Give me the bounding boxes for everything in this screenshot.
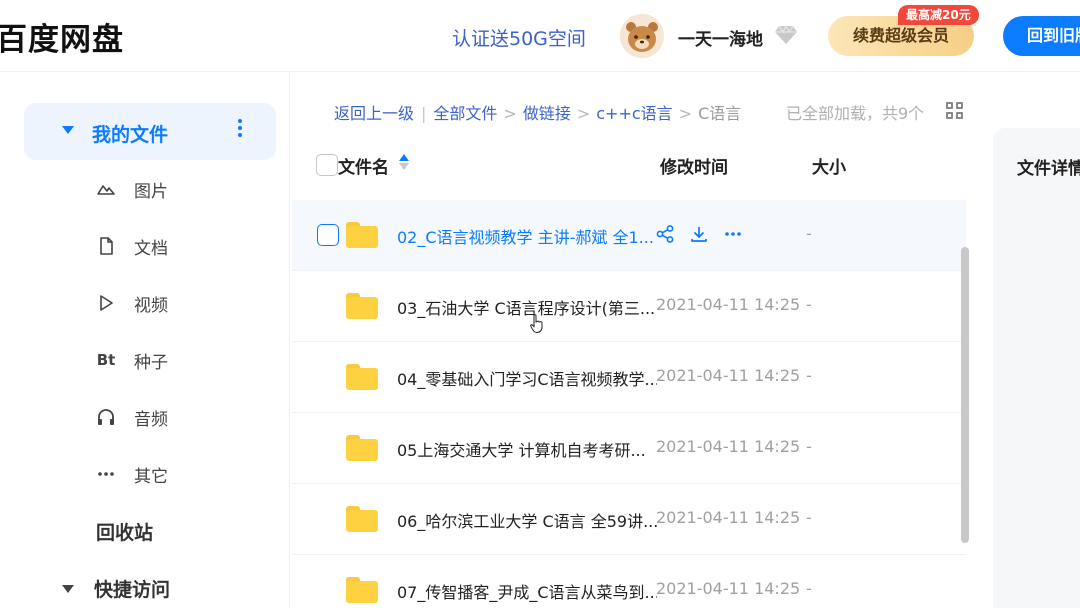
top-bar: 百度网盘 认证送50G空间 一天一海地 续费超级会员 最高减20元 回到旧版 — [0, 0, 1080, 72]
table-row[interactable]: 04_零基础入门学习C语言视频教学... 2021-04-11 14:25 - — [292, 342, 966, 413]
download-icon[interactable] — [689, 224, 711, 246]
discount-badge: 最高减20元 — [898, 5, 979, 25]
sidebar-item-audio[interactable]: 音频 — [96, 403, 256, 433]
modified-time: 2021-04-11 14:25 — [656, 437, 801, 456]
divider: | — [421, 104, 427, 123]
back-to-old-version-button[interactable]: 回到旧版 — [1003, 16, 1080, 56]
detail-panel-title: 文件详情 — [1017, 159, 1080, 179]
breadcrumb-separator-icon: > — [678, 104, 693, 123]
file-name[interactable]: 04_零基础入门学习C语言视频教学... — [397, 366, 657, 390]
sidebar-item-label: 我的文件 — [92, 124, 169, 146]
file-size: - — [806, 224, 812, 243]
sidebar-item-images[interactable]: 图片 — [96, 175, 256, 205]
modified-time: 2021-04-11 14:25 — [656, 508, 801, 527]
breadcrumb: 返回上一级 | 全部文件 > 做链接 > c++c语言 > C语言 — [334, 100, 741, 124]
file-size: - — [806, 366, 812, 385]
bt-icon: Bt — [96, 351, 116, 369]
table-row[interactable]: 02_C语言视频教学 主讲-郝斌 全1... - — [292, 200, 966, 271]
file-name[interactable]: 07_传智播客_尹成_C语言从菜鸟到... — [397, 579, 657, 603]
table-row[interactable]: 03_石油大学 C语言程序设计(第三... 2021-04-11 14:25 - — [292, 271, 966, 342]
sidebar-item-recycle-bin[interactable]: 回收站 — [96, 518, 153, 545]
load-status: 已全部加载，共9个 — [786, 104, 925, 123]
sidebar-item-torrents[interactable]: Bt 种子 — [96, 346, 256, 376]
file-name[interactable]: 06_哈尔滨工业大学 C语言 全59讲... — [397, 508, 657, 532]
sort-icon[interactable] — [398, 154, 410, 174]
scrollbar[interactable] — [961, 247, 969, 543]
document-icon — [96, 236, 116, 256]
folder-icon — [346, 364, 378, 390]
modified-time: 2021-04-11 14:25 — [656, 579, 801, 598]
more-dots-icon — [96, 464, 116, 484]
sidebar-item-label: 视频 — [134, 296, 168, 316]
hand-cursor-icon — [530, 314, 544, 334]
file-list: 02_C语言视频教学 主讲-郝斌 全1... - 03_石油大学 C语言程序设计… — [292, 200, 966, 608]
sidebar-item-quick-access[interactable]: 快捷访问 — [62, 575, 262, 605]
breadcrumb-current: C语言 — [698, 104, 742, 123]
sidebar-item-label: 种子 — [134, 353, 168, 373]
sidebar-item-label: 图片 — [134, 182, 168, 202]
table-row[interactable]: 07_传智播客_尹成_C语言从菜鸟到... 2021-04-11 14:25 - — [292, 555, 966, 608]
sidebar-item-my-files[interactable]: 我的文件 — [24, 103, 276, 160]
sidebar-item-documents[interactable]: 文档 — [96, 232, 256, 262]
share-icon[interactable] — [655, 224, 677, 246]
table-header: 文件名 修改时间 大小 — [292, 140, 966, 190]
back-up-link[interactable]: 返回上一级 — [334, 100, 414, 124]
caret-down-icon — [62, 126, 74, 134]
file-size: - — [806, 508, 812, 527]
file-name[interactable]: 02_C语言视频教学 主讲-郝斌 全1... — [397, 224, 655, 248]
file-detail-panel: 文件详情 — [993, 128, 1080, 608]
row-checkbox[interactable] — [317, 224, 339, 246]
file-name[interactable]: 03_石油大学 C语言程序设计(第三... — [397, 295, 657, 319]
grid-view-icon[interactable] — [946, 102, 964, 120]
table-row[interactable]: 06_哈尔滨工业大学 C语言 全59讲... 2021-04-11 14:25 … — [292, 484, 966, 555]
user-avatar[interactable] — [620, 14, 664, 58]
folder-icon — [346, 577, 378, 603]
bear-avatar-icon — [620, 14, 664, 58]
verify-promo-link[interactable]: 认证送50G空间 — [452, 24, 586, 51]
sidebar-item-label: 文档 — [134, 239, 168, 259]
headphones-icon — [96, 407, 116, 427]
folder-icon — [346, 435, 378, 461]
sidebar-item-label: 快捷访问 — [94, 579, 171, 601]
column-header-modified[interactable]: 修改时间 — [660, 153, 728, 178]
breadcrumb-separator-icon: > — [576, 104, 591, 123]
file-name[interactable]: 05上海交通大学 计算机自考考研... — [397, 437, 657, 461]
sidebar-item-label: 音频 — [134, 410, 168, 430]
video-play-icon — [96, 293, 116, 313]
column-header-size[interactable]: 大小 — [812, 153, 846, 178]
select-all-checkbox[interactable] — [316, 154, 338, 176]
breadcrumb-item[interactable]: c++c语言 — [596, 100, 672, 124]
more-vertical-icon[interactable] — [236, 117, 244, 143]
vip-diamond-icon[interactable] — [774, 24, 798, 46]
image-icon — [96, 179, 116, 199]
file-size: - — [806, 295, 812, 314]
file-size: - — [806, 579, 812, 598]
caret-down-icon — [62, 585, 74, 593]
sidebar-item-videos[interactable]: 视频 — [96, 289, 256, 319]
app-logo[interactable]: 百度网盘 — [0, 14, 124, 59]
breadcrumb-item[interactable]: 做链接 — [523, 100, 571, 124]
more-horizontal-icon[interactable] — [723, 224, 745, 246]
folder-icon — [346, 222, 378, 248]
sidebar: 我的文件 图片 文档 视频 Bt 种子 音频 其它 回收站 快捷访问 — [0, 72, 290, 608]
table-row[interactable]: 05上海交通大学 计算机自考考研... 2021-04-11 14:25 - — [292, 413, 966, 484]
sidebar-item-label: 其它 — [134, 467, 168, 487]
breadcrumb-item[interactable]: 全部文件 — [433, 100, 497, 124]
modified-time: 2021-04-11 14:25 — [656, 295, 801, 314]
column-header-name[interactable]: 文件名 — [338, 153, 389, 178]
file-size: - — [806, 437, 812, 456]
folder-icon — [346, 506, 378, 532]
folder-icon — [346, 293, 378, 319]
sidebar-item-others[interactable]: 其它 — [96, 460, 256, 490]
modified-time: 2021-04-11 14:25 — [656, 366, 801, 385]
username[interactable]: 一天一海地 — [678, 25, 763, 50]
row-actions — [655, 224, 745, 248]
breadcrumb-separator-icon: > — [503, 104, 517, 123]
